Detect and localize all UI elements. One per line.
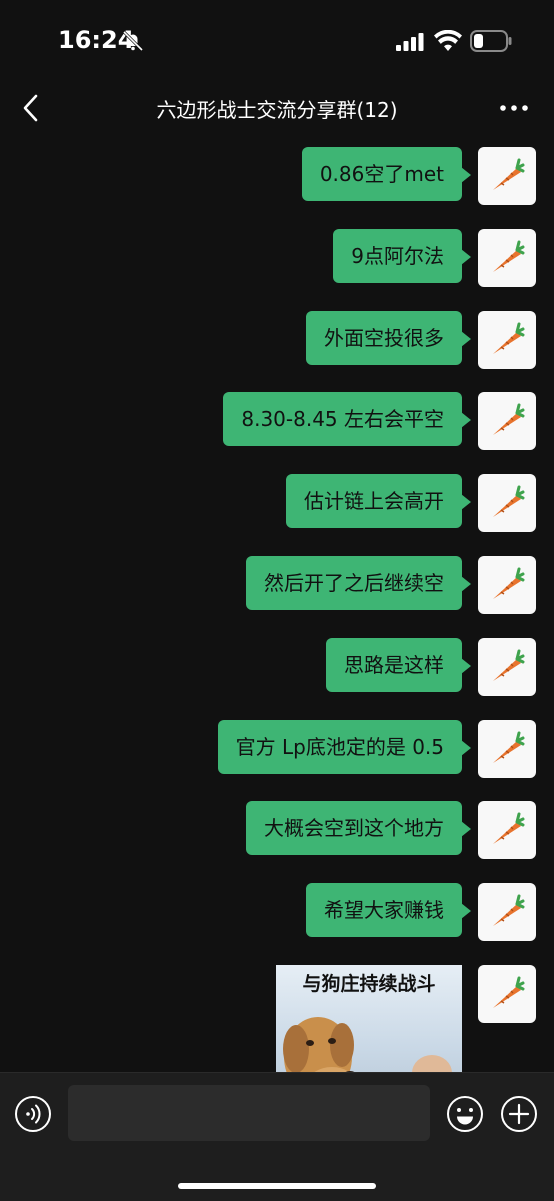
bell-slash-icon [122,30,144,52]
carrot-avatar-icon [493,485,525,517]
message-row: 思路是这样 [326,638,536,700]
home-indicator [178,1183,376,1189]
message-bubble[interactable]: 官方 Lp底池定的是 0.5 [217,720,472,774]
avatar[interactable] [478,392,536,450]
carrot-avatar-icon [493,567,525,599]
carrot-avatar-icon [493,976,525,1008]
carrot-avatar-icon [493,812,525,844]
signal-icon [396,33,424,51]
wifi-icon [434,30,462,51]
sticker-row: 与狗庄持续战斗 [276,965,536,1072]
message-row: 9点阿尔法 [333,229,536,291]
message-row: 8.30-8.45 左右会平空 [223,392,536,454]
avatar[interactable] [478,801,536,859]
input-bar [0,1072,554,1201]
message-bubble[interactable]: 外面空投很多 [306,311,471,365]
carrot-avatar-icon [493,158,525,190]
avatar[interactable] [478,638,536,696]
avatar[interactable] [478,147,536,205]
message-bubble[interactable]: 9点阿尔法 [333,229,471,283]
avatar[interactable] [478,311,536,369]
nav-bar: 六边形战士交流分享群(12) [0,80,554,138]
carrot-avatar-icon [493,894,525,926]
message-bubble[interactable]: 估计链上会高开 [286,474,471,528]
avatar[interactable] [478,229,536,287]
message-row: 估计链上会高开 [286,474,536,536]
chat-title: 六边形战士交流分享群(12) [156,98,398,122]
message-bubble[interactable]: 0.86空了met [301,147,472,201]
carrot-avatar-icon [493,649,525,681]
avatar[interactable] [478,965,536,1023]
message-row: 然后开了之后继续空 [246,556,536,618]
plus-icon[interactable] [500,1095,538,1133]
message-bubble[interactable]: 8.30-8.45 左右会平空 [223,392,471,446]
message-input[interactable] [68,1085,430,1141]
message-row: 大概会空到这个地方 [246,801,536,863]
carrot-avatar-icon [493,403,525,435]
more-icon[interactable] [498,98,530,118]
message-row: 官方 Lp底池定的是 0.5 [217,720,536,782]
status-bar: 16:24 [0,0,554,80]
message-bubble[interactable]: 大概会空到这个地方 [246,801,471,855]
carrot-avatar-icon [493,240,525,272]
sticker-caption: 与狗庄持续战斗 [302,973,436,995]
battery-icon [470,30,512,52]
back-chevron-icon[interactable] [18,92,46,124]
message-bubble[interactable]: 然后开了之后继续空 [246,556,471,610]
emoji-icon[interactable] [446,1095,484,1133]
voice-icon[interactable] [14,1095,52,1133]
message-row: 0.86空了met [301,147,536,209]
message-row: 外面空投很多 [306,311,536,373]
carrot-avatar-icon [493,322,525,354]
avatar[interactable] [478,556,536,614]
sticker-image[interactable]: 与狗庄持续战斗 [276,965,462,1072]
carrot-avatar-icon [493,731,525,763]
avatar[interactable] [478,720,536,778]
message-bubble[interactable]: 希望大家赚钱 [306,883,471,937]
message-list[interactable]: 0.86空了met 9点阿尔法 外面空投很多 8.30-8.45 左右会平空 估… [0,138,554,1072]
avatar[interactable] [478,474,536,532]
avatar[interactable] [478,883,536,941]
message-bubble[interactable]: 思路是这样 [326,638,471,692]
message-row: 希望大家赚钱 [306,883,536,945]
